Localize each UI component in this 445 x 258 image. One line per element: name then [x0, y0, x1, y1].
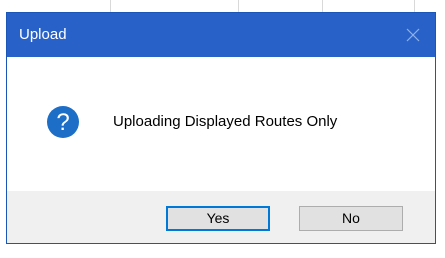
close-button[interactable] [391, 13, 435, 57]
svg-text:?: ? [56, 109, 69, 136]
question-icon: ? [47, 106, 79, 138]
dialog-titlebar[interactable]: Upload [7, 13, 435, 57]
yes-button[interactable]: Yes [166, 206, 270, 231]
dialog-button-bar: Yes No [7, 191, 435, 243]
close-icon [406, 28, 420, 42]
dialog-message: Uploading Displayed Routes Only [113, 113, 338, 130]
screen: Upload ? Uploading Displayed Routes Only… [0, 0, 445, 258]
dialog-title: Upload [19, 26, 67, 43]
no-button[interactable]: No [299, 206, 403, 231]
upload-dialog: Upload ? Uploading Displayed Routes Only… [6, 12, 436, 244]
dialog-body: ? Uploading Displayed Routes Only [7, 57, 435, 191]
